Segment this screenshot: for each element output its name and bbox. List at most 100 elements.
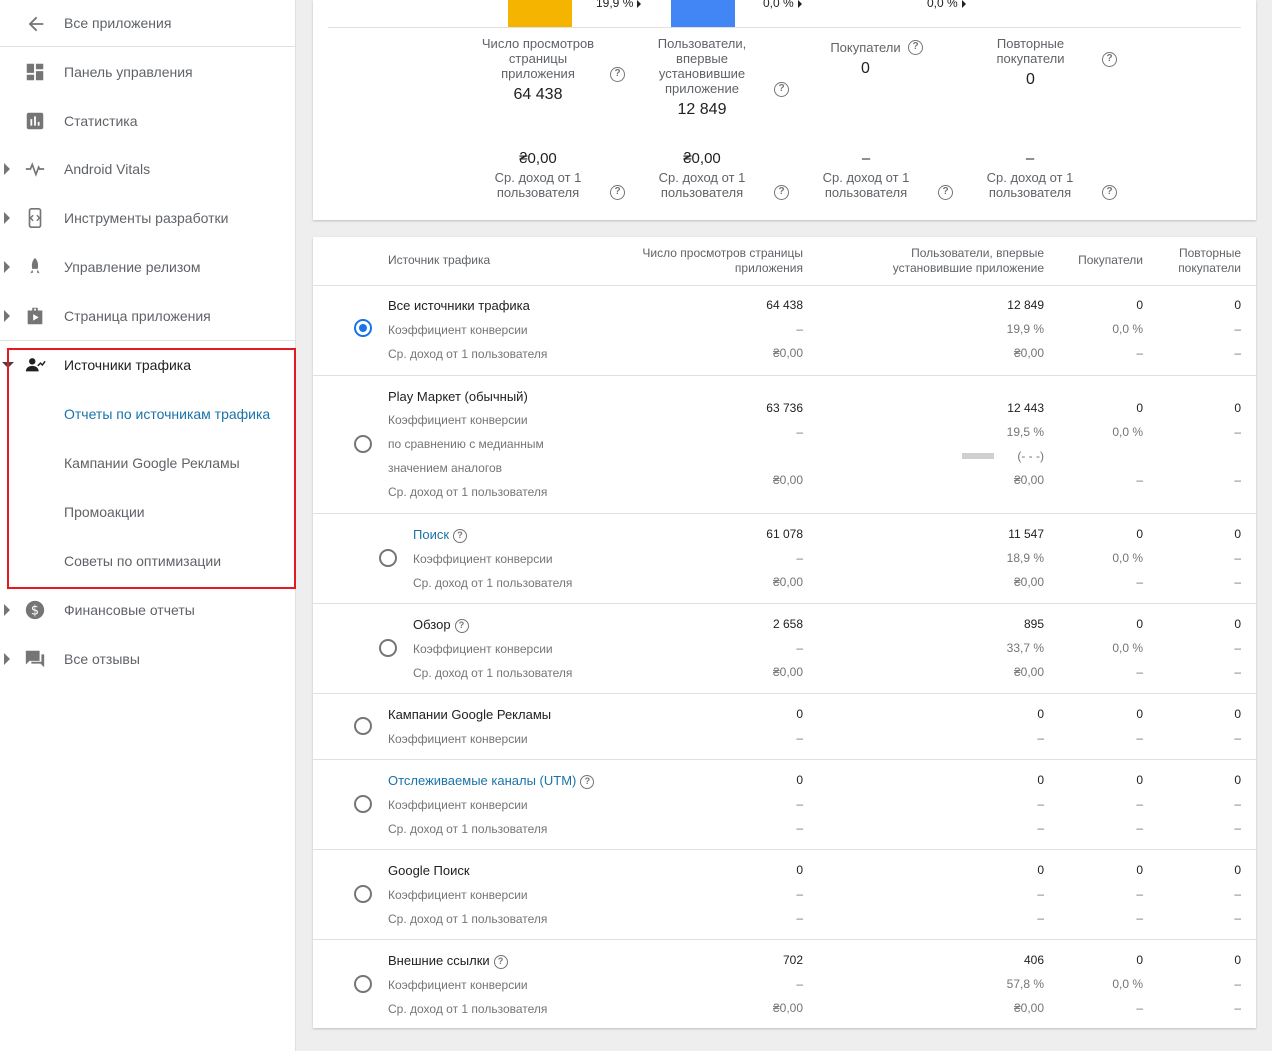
metric-label: Повторные покупатели (996, 36, 1065, 66)
expand-caret-icon[interactable] (4, 653, 10, 665)
funnel-divider (328, 27, 1241, 28)
dollar-icon: $ (25, 600, 45, 620)
dashboard-icon (26, 63, 44, 81)
metric-label: Покупатели (830, 40, 901, 55)
row-radio[interactable] (354, 885, 372, 903)
cell-repeat: – (1234, 977, 1241, 991)
arpu-value: – (1025, 150, 1035, 167)
row-radio[interactable] (354, 795, 372, 813)
cell-views: 2 658 (772, 617, 803, 631)
arpu-value: ₴0,00 (519, 150, 557, 167)
expand-caret-icon[interactable] (4, 163, 10, 175)
cell-buyers: 0 (1136, 953, 1143, 967)
arpu-label: Ср. доход от 1 пользователя (986, 170, 1074, 200)
row-sublabel: Ср. доход от 1 пользователя (388, 822, 548, 836)
metric-repeat-buyers: Повторные покупатели 0 (978, 36, 1083, 88)
table-row[interactable]: Внешние ссылки? Коэффициент конверсии Ср… (313, 939, 1256, 1028)
cell-views: – (796, 977, 803, 991)
row-name-link[interactable]: Поиск? (413, 527, 468, 543)
cell-installers: 0 (1037, 707, 1044, 721)
row-radio[interactable] (354, 717, 372, 735)
sidebar-item-dev-tools[interactable]: Инструменты разработки (0, 198, 296, 238)
table-row[interactable]: Поиск? Коэффициент конверсии Ср. доход о… (313, 513, 1256, 603)
sidebar-item-release-management[interactable]: Управление релизом (0, 247, 296, 287)
row-radio[interactable] (379, 639, 397, 657)
cell-views: – (796, 731, 803, 745)
row-radio[interactable] (354, 435, 372, 453)
cell-buyers: 0,0 % (1112, 641, 1143, 655)
expand-caret-icon[interactable] (4, 604, 10, 616)
cell-buyers: – (1136, 887, 1143, 901)
cell-installers: 11 547 (1008, 527, 1044, 541)
back-to-all-apps[interactable]: Все приложения (0, 0, 296, 47)
arrow-back-icon (28, 16, 44, 32)
table-row[interactable]: Google Поиск Коэффициент конверсии Ср. д… (313, 849, 1256, 939)
cell-installers: – (1037, 887, 1044, 901)
sidebar-item-dashboard[interactable]: Панель управления (0, 52, 296, 92)
cell-buyers: – (1136, 575, 1143, 589)
funnel-bar-views (508, 0, 572, 27)
row-sublabel: Коэффициент конверсии (413, 552, 553, 566)
metric-arpu-buyers: – Ср. доход от 1 пользователя (816, 151, 916, 200)
cell-installers-benchmark: (- - -) (1017, 449, 1044, 463)
header-repeat-buyers[interactable]: Повторные покупатели (1158, 246, 1241, 276)
help-icon[interactable]: ? (610, 185, 625, 200)
help-icon[interactable]: ? (1102, 185, 1117, 200)
sidebar: Все приложения Панель управления Статист… (0, 0, 296, 1051)
sidebar-item-all-reviews[interactable]: Все отзывы (0, 639, 296, 679)
help-icon[interactable]: ? (1102, 52, 1117, 67)
benchmark-bar (962, 453, 994, 459)
cell-buyers: – (1136, 911, 1143, 925)
help-icon[interactable]: ? (908, 40, 923, 55)
expand-caret-icon[interactable] (4, 310, 10, 322)
header-views[interactable]: Число просмотров страницы приложения (623, 246, 803, 276)
expand-caret-icon[interactable] (4, 212, 10, 224)
cell-buyers: 0 (1136, 707, 1143, 721)
cell-installers: – (1037, 731, 1044, 745)
help-icon[interactable]: ? (938, 185, 953, 200)
cell-views: – (796, 641, 803, 655)
funnel-conversion-label: 19,9 % (596, 0, 642, 10)
metric-value: 0 (1026, 71, 1035, 88)
header-buyers[interactable]: Покупатели (1061, 253, 1143, 268)
back-label: Все приложения (64, 15, 172, 31)
table-row[interactable]: Обзор? Коэффициент конверсии Ср. доход о… (313, 603, 1256, 693)
sidebar-item-store-listing[interactable]: Страница приложения (0, 296, 296, 336)
table-row[interactable]: Все источники трафика Коэффициент конвер… (313, 285, 1256, 375)
cell-buyers: 0 (1136, 298, 1143, 312)
sidebar-item-label: Управление релизом (64, 259, 201, 275)
row-name-link[interactable]: Отслеживаемые каналы (UTM)? (388, 773, 595, 789)
row-radio[interactable] (354, 975, 372, 993)
cell-repeat: – (1234, 322, 1241, 336)
sidebar-item-android-vitals[interactable]: Android Vitals (0, 149, 296, 189)
sidebar-item-label: Инструменты разработки (64, 210, 229, 226)
help-icon[interactable]: ? (610, 67, 625, 82)
cell-installers: – (1037, 821, 1044, 835)
row-radio-selected[interactable] (354, 319, 372, 337)
row-sublabel: Ср. доход от 1 пользователя (388, 485, 548, 499)
table-row[interactable]: Кампании Google Рекламы Коэффициент конв… (313, 693, 1256, 759)
cell-views: – (796, 821, 803, 835)
sidebar-item-label: Панель управления (64, 64, 193, 80)
dev-tools-icon (28, 208, 42, 228)
sidebar-item-statistics[interactable]: Статистика (0, 101, 296, 141)
help-icon[interactable]: ? (774, 82, 789, 97)
rocket-icon (30, 257, 40, 274)
header-source: Источник трафика (388, 253, 491, 267)
row-name: Обзор? (413, 617, 469, 633)
row-radio[interactable] (379, 549, 397, 567)
expand-caret-icon[interactable] (4, 261, 10, 273)
help-icon[interactable]: ? (774, 185, 789, 200)
cell-views: – (796, 797, 803, 811)
table-row[interactable]: Отслеживаемые каналы (UTM)? Коэффициент … (313, 759, 1256, 849)
arpu-value: – (861, 150, 871, 167)
cell-views: ₴0,00 (772, 473, 803, 487)
metric-value: 0 (861, 60, 870, 77)
cell-installers: ₴0,00 (1013, 1001, 1044, 1015)
cell-buyers: 0,0 % (1112, 425, 1143, 439)
sidebar-item-financial-reports[interactable]: $ Финансовые отчеты (0, 590, 296, 630)
table-row[interactable]: Play Маркет (обычный) Коэффициент конвер… (313, 375, 1256, 513)
cell-views: – (796, 887, 803, 901)
header-installers[interactable]: Пользователи, впервые установившие прило… (868, 246, 1044, 276)
cell-buyers: – (1136, 731, 1143, 745)
